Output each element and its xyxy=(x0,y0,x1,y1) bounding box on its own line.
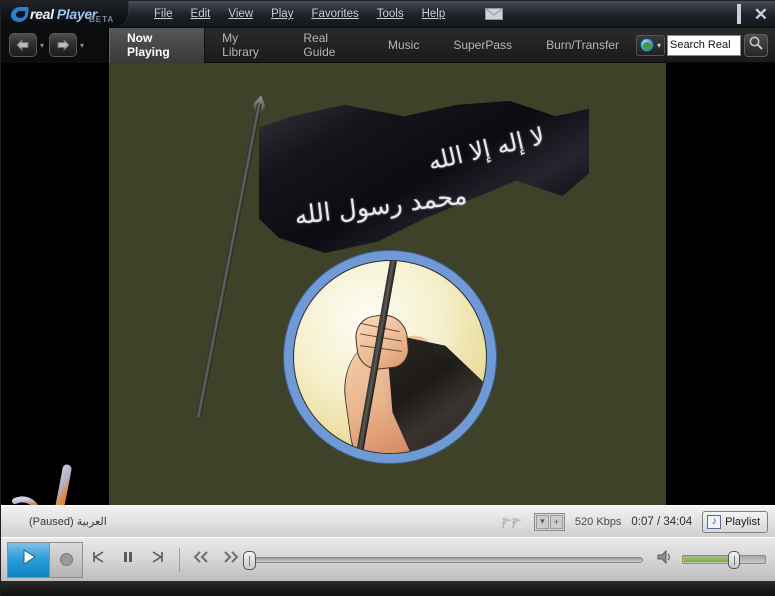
play-record-group xyxy=(7,541,83,578)
seek-thumb[interactable] xyxy=(243,550,256,570)
app-logo: real Player BETA xyxy=(1,0,129,28)
menu-item-favorites[interactable]: Favorites xyxy=(311,8,358,20)
menu-file-label: File xyxy=(154,8,173,20)
tab-bar: ▾ ▾ Now Playing My Library Real Guide Mu… xyxy=(1,27,775,63)
menu-help-label: Help xyxy=(421,8,446,20)
search-area: ▾ xyxy=(635,33,775,57)
signal-waves-icon xyxy=(500,513,524,531)
clip-title-label: العربية xyxy=(76,516,107,528)
back-dropdown-caret-icon[interactable]: ▾ xyxy=(40,41,44,50)
transport-divider xyxy=(179,547,180,572)
now-playing-status: (Paused) العربية xyxy=(1,515,500,528)
buffer-icon: + xyxy=(549,514,563,529)
stream-quality-indicator: ▾ + xyxy=(533,512,565,531)
volume-area xyxy=(655,548,775,571)
speaker-icon[interactable] xyxy=(655,548,675,571)
menu-item-file[interactable]: File xyxy=(154,8,173,20)
record-button[interactable] xyxy=(50,542,82,577)
menu-tools-label: Tools xyxy=(376,8,404,20)
tab-superpass[interactable]: SuperPass xyxy=(436,28,529,63)
menu-edit-label: Edit xyxy=(190,8,211,20)
previous-button[interactable] xyxy=(83,542,113,578)
timecode-label: 0:07 / 34:04 xyxy=(631,515,693,528)
rewind-button[interactable] xyxy=(186,542,216,578)
tab-music[interactable]: Music xyxy=(371,28,436,63)
volume-slider[interactable] xyxy=(682,551,766,569)
menu-item-edit[interactable]: Edit xyxy=(191,8,211,20)
menu-item-view[interactable]: View xyxy=(228,8,253,20)
pause-button[interactable] xyxy=(113,542,143,578)
logo-text-real: real xyxy=(30,6,54,22)
volume-thumb[interactable] xyxy=(728,551,741,569)
next-track-icon xyxy=(150,549,166,570)
video-pane[interactable]: لا إله إلا الله محمد رسول الله xyxy=(1,63,775,505)
rewind-icon xyxy=(191,549,211,570)
seek-area xyxy=(243,550,655,570)
playback-state-label: (Paused) xyxy=(29,516,74,528)
back-arrow-icon xyxy=(15,38,31,52)
logo-beta-badge: BETA xyxy=(89,14,115,24)
fast-forward-icon xyxy=(221,549,241,570)
play-button[interactable] xyxy=(8,542,50,577)
window-controls: ✕ xyxy=(724,1,768,28)
next-button[interactable] xyxy=(143,542,173,578)
emblem-inner-disc xyxy=(293,260,487,454)
forward-button[interactable] xyxy=(49,33,78,57)
tab-now-playing[interactable]: Now Playing xyxy=(109,27,206,63)
menu-favorites-label: Favorites xyxy=(311,8,359,20)
status-indicators: ▾ + 520 Kbps 0:07 / 34:04 ♪ Playlist xyxy=(500,510,775,533)
music-note-icon: ♪ xyxy=(707,514,722,529)
video-frame: لا إله إلا الله محمد رسول الله xyxy=(109,63,666,505)
close-button[interactable]: ✕ xyxy=(754,6,768,23)
realplayer-window: real Player BETA File Edit View Play Fav… xyxy=(0,0,775,596)
tab-my-library[interactable]: My Library xyxy=(205,28,286,63)
circular-emblem xyxy=(284,251,496,463)
playlist-button[interactable]: ♪ Playlist xyxy=(702,510,768,533)
menu-item-play[interactable]: Play xyxy=(271,8,293,20)
record-icon xyxy=(59,553,73,566)
realplayer-logo-icon xyxy=(10,6,29,22)
search-input[interactable] xyxy=(667,34,741,56)
search-engine-selector[interactable]: ▾ xyxy=(635,34,665,56)
tab-list: Now Playing My Library Real Guide Music … xyxy=(109,27,636,63)
menu-bar: File Edit View Play Favorites Tools Help xyxy=(154,8,504,20)
bitrate-label: 520 Kbps xyxy=(574,515,622,528)
seek-slider[interactable] xyxy=(243,550,643,570)
magnifier-icon xyxy=(748,35,764,56)
maximize-button[interactable] xyxy=(736,4,741,24)
status-bar: (Paused) العربية ▾ + 520 Kbps 0:07 / 34:… xyxy=(1,505,775,537)
menu-item-tools[interactable]: Tools xyxy=(377,8,404,20)
search-button[interactable] xyxy=(744,33,768,57)
pause-icon xyxy=(120,549,136,570)
chevron-down-icon: ▾ xyxy=(656,40,661,50)
transport-bar xyxy=(1,537,775,581)
navigation-buttons: ▾ ▾ xyxy=(1,27,109,63)
envelope-icon[interactable] xyxy=(485,8,504,20)
title-bar: real Player BETA File Edit View Play Fav… xyxy=(1,0,775,28)
tab-real-guide[interactable]: Real Guide xyxy=(286,28,371,63)
globe-icon xyxy=(639,38,654,52)
tab-burn-transfer[interactable]: Burn/Transfer xyxy=(529,28,636,63)
download-icon: ▾ xyxy=(535,514,549,529)
play-icon xyxy=(20,548,38,571)
menu-view-label: View xyxy=(228,8,254,20)
menu-play-label: Play xyxy=(271,8,294,20)
volume-fill xyxy=(684,557,732,562)
playlist-button-label: Playlist xyxy=(725,515,760,528)
previous-track-icon xyxy=(90,549,106,570)
menu-item-help[interactable]: Help xyxy=(422,8,446,20)
back-button[interactable] xyxy=(9,33,37,57)
flag-pole xyxy=(195,102,262,418)
forward-arrow-icon xyxy=(55,38,71,52)
fast-forward-button[interactable] xyxy=(216,542,246,578)
forward-dropdown-caret-icon[interactable]: ▾ xyxy=(80,41,84,50)
window-bottom-edge xyxy=(1,581,775,596)
